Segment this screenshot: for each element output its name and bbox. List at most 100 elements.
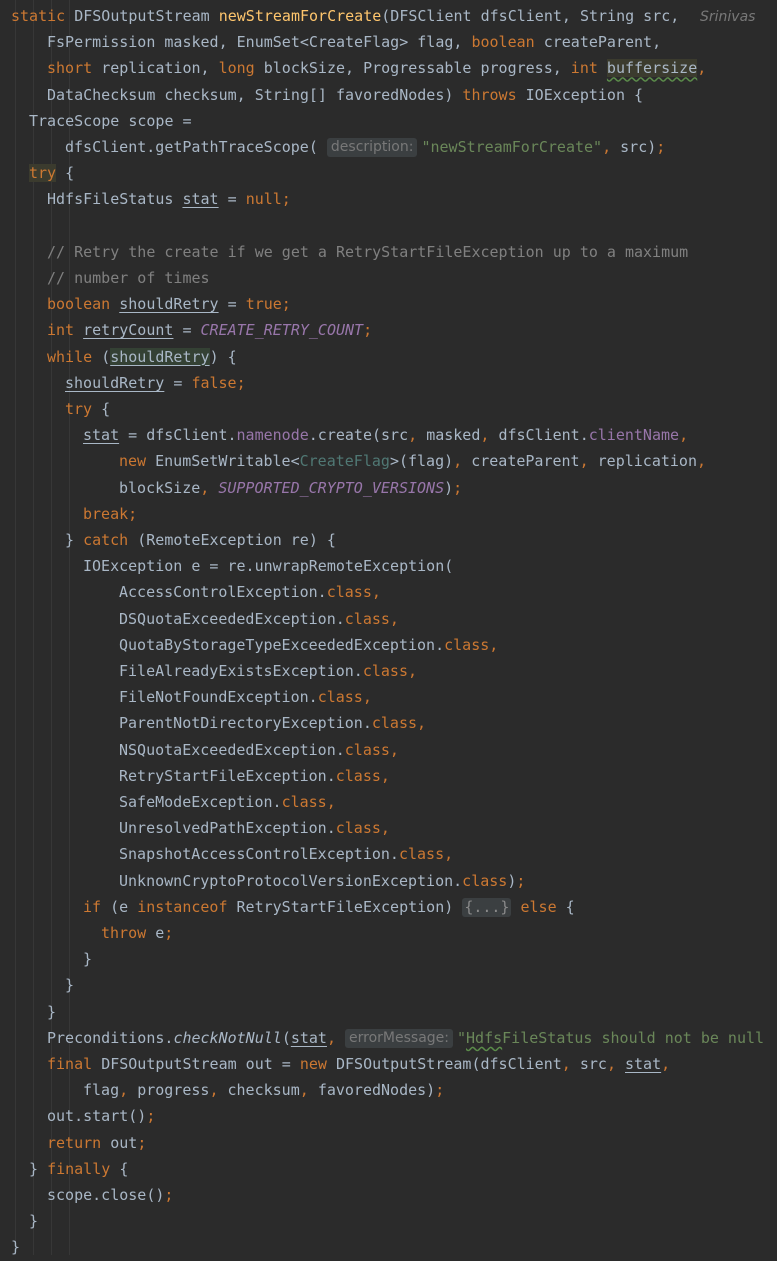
code-line[interactable]: // Retry the create if we get a RetrySta… <box>47 239 688 265</box>
code-line[interactable]: SnapshotAccessControlException.class, <box>119 841 453 867</box>
code-token: scope.close() <box>47 1186 165 1204</box>
code-token: false; <box>191 373 246 392</box>
code-line[interactable]: stat = dfsClient.namenode.create(src, ma… <box>83 422 688 448</box>
code-line[interactable]: short replication, long blockSize, Progr… <box>47 55 706 81</box>
code-line[interactable]: blockSize, SUPPORTED_CRYPTO_VERSIONS); <box>119 475 462 501</box>
code-line[interactable]: NSQuotaExceededException.class, <box>119 737 399 763</box>
code-token: } <box>47 1002 57 1021</box>
code-token: class, <box>371 714 427 733</box>
code-line[interactable]: UnknownCryptoProtocolVersionException.cl… <box>119 868 525 894</box>
code-token: flag <box>83 1081 120 1100</box>
code-line[interactable]: // number of times <box>47 265 210 291</box>
folded-code-block[interactable]: {...} <box>462 897 512 917</box>
code-line[interactable]: IOException e = re.unwrapRemoteException… <box>83 553 453 579</box>
code-line[interactable]: try { <box>29 160 74 186</box>
code-token: , <box>326 1028 346 1047</box>
code-token: , <box>209 1081 228 1100</box>
code-line[interactable]: throw e; <box>101 920 173 946</box>
code-token: ; <box>363 321 373 340</box>
code-line[interactable]: AccessControlException.class, <box>119 579 381 605</box>
code-token: DFSOutputStream(dfsClient <box>336 1055 562 1073</box>
code-line[interactable]: } finally { <box>29 1156 128 1182</box>
code-line[interactable]: QuotaByStorageTypeExceededException.clas… <box>119 632 498 658</box>
code-line[interactable]: break; <box>83 501 137 527</box>
code-token: stat <box>290 1028 327 1047</box>
code-line[interactable]: UnresolvedPathException.class, <box>119 815 390 841</box>
code-line[interactable]: FsPermission masked, EnumSet<CreateFlag>… <box>47 29 661 55</box>
code-token: ) <box>507 871 517 890</box>
code-token: checksum <box>227 1081 300 1100</box>
code-line[interactable]: FileNotFoundException.class, <box>119 684 372 710</box>
code-token: , <box>602 138 621 156</box>
code-line[interactable]: ParentNotDirectoryException.class, <box>119 710 426 736</box>
code-line[interactable]: } <box>83 946 92 972</box>
code-token: } <box>11 1238 21 1257</box>
code-line[interactable]: out.start(); <box>47 1103 155 1129</box>
code-line[interactable]: HdfsFileStatus stat = null; <box>47 186 291 212</box>
code-token: Hdfs <box>466 1028 503 1047</box>
code-token: , <box>119 1081 138 1100</box>
code-token: QuotaByStorageTypeExceededException. <box>119 635 445 654</box>
code-token: class, <box>317 688 372 707</box>
code-line[interactable]: boolean shouldRetry = true; <box>47 291 291 317</box>
code-line[interactable]: SafeModeException.class, <box>119 789 336 815</box>
code-line[interactable]: static DFSOutputStream newStreamForCreat… <box>11 3 679 29</box>
code-line[interactable]: } <box>29 1208 38 1234</box>
code-token: AccessControlException. <box>119 583 327 602</box>
code-line[interactable]: try { <box>65 396 110 422</box>
code-token: "newStreamForCreate" <box>421 138 603 156</box>
code-line[interactable]: RetryStartFileException.class, <box>119 763 390 789</box>
code-token: catch <box>83 531 138 549</box>
code-token: int <box>47 321 84 340</box>
code-line[interactable]: DSQuotaExceededException.class, <box>119 606 399 632</box>
code-token: IOException e = re.unwrapRemoteException… <box>83 557 454 576</box>
code-line[interactable]: DataChecksum checksum, String[] favoredN… <box>47 82 643 108</box>
code-token: , <box>453 452 472 471</box>
code-line[interactable]: FileAlreadyExistsException.class, <box>119 658 417 684</box>
code-token: (RemoteException re) { <box>137 531 336 549</box>
code-token: class, <box>444 635 499 654</box>
code-line[interactable]: if (e instanceof RetryStartFileException… <box>83 894 575 920</box>
code-token: = <box>218 295 246 314</box>
code-token: ; <box>137 1133 147 1152</box>
code-line[interactable]: final DFSOutputStream out = new DFSOutpu… <box>47 1051 670 1077</box>
code-line[interactable]: Preconditions.checkNotNull(stat, errorMe… <box>47 1025 764 1051</box>
code-line[interactable]: int retryCount = CREATE_RETRY_COUNT; <box>47 317 372 343</box>
code-line[interactable]: } <box>11 1234 20 1260</box>
code-token: stat <box>83 426 120 445</box>
code-token: retryCount <box>83 321 174 340</box>
code-token: new <box>119 452 156 471</box>
code-token: , <box>697 452 707 471</box>
code-line[interactable]: dfsClient.getPathTraceScope( description… <box>65 134 665 160</box>
code-line[interactable]: new EnumSetWritable<CreateFlag>(flag), c… <box>119 448 706 474</box>
code-editor[interactable]: static DFSOutputStream newStreamForCreat… <box>0 0 777 1256</box>
code-token: ; <box>435 1081 445 1100</box>
code-line[interactable]: flag, progress, checksum, favoredNodes); <box>83 1077 444 1103</box>
code-token: , <box>661 1055 671 1073</box>
code-line[interactable]: scope.close(); <box>47 1182 173 1208</box>
code-token: out.start() <box>47 1107 147 1126</box>
code-line[interactable]: shouldRetry = false; <box>65 370 246 396</box>
code-line[interactable]: } <box>47 999 56 1025</box>
code-token: progress <box>137 1081 210 1100</box>
code-line[interactable]: } <box>65 972 74 998</box>
code-token: // number of times <box>47 269 210 287</box>
code-line[interactable]: while (shouldRetry) { <box>47 344 237 370</box>
code-token: else <box>511 897 566 916</box>
code-line[interactable]: } catch (RemoteException re) { <box>65 527 336 553</box>
code-token: class, <box>362 662 418 680</box>
code-token: dfsClient. <box>498 426 589 445</box>
code-token: } <box>65 531 84 549</box>
code-token: , <box>200 478 219 497</box>
code-token: FileAlreadyExistsException. <box>119 662 363 680</box>
code-token: if <box>83 897 111 916</box>
code-token: class, <box>344 740 399 759</box>
code-token: , <box>606 1055 625 1073</box>
code-token: = <box>173 321 201 340</box>
code-token: newStreamForCreate <box>218 7 382 25</box>
code-line[interactable]: TraceScope scope = <box>29 108 192 134</box>
code-token: finally <box>47 1159 120 1178</box>
code-line[interactable]: return out; <box>47 1130 146 1156</box>
code-token: class, <box>344 609 399 628</box>
author-hint: Srinivas <box>700 9 756 25</box>
